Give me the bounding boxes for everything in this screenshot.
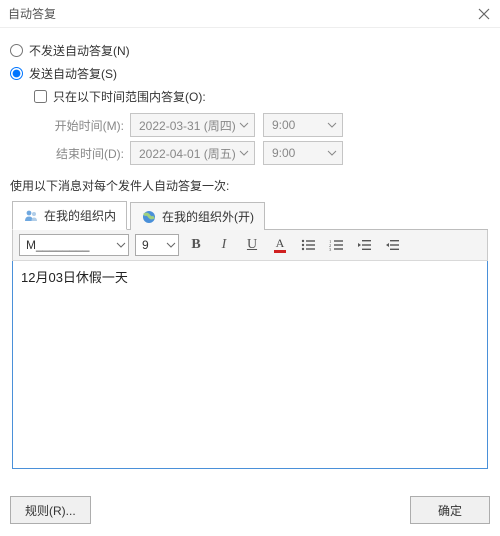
tab-inside-label: 在我的组织内 (44, 207, 116, 224)
end-date-combo[interactable]: 2022-04-01 (周五) (130, 141, 255, 165)
font-size-combo[interactable]: 9 (135, 234, 179, 256)
tab-outside-label: 在我的组织外(开) (162, 208, 254, 225)
tabs: 在我的组织内 在我的组织外(开) (12, 200, 488, 230)
radio-send-autoreply-label: 发送自动答复(S) (29, 65, 117, 82)
start-date-combo[interactable]: 2022-03-31 (周四) (130, 113, 255, 137)
svg-text:2: 2 (329, 243, 331, 248)
end-time-value: 9:00 (272, 146, 295, 160)
font-size-value: 9 (142, 238, 149, 252)
end-time-label: 结束时间(D): (34, 145, 124, 162)
rules-button[interactable]: 规则(R)... (10, 496, 91, 524)
people-icon (23, 208, 39, 224)
bold-button[interactable]: B (185, 234, 207, 256)
bullet-list-icon (301, 239, 315, 251)
outdent-button[interactable] (353, 234, 375, 256)
autoreply-editor[interactable] (13, 261, 487, 468)
close-button[interactable] (476, 6, 492, 22)
chevron-down-icon (238, 119, 250, 131)
editor-toolbar: M________ 9 B I U A 1 2 3 (12, 230, 488, 261)
start-time-label: 开始时间(M): (34, 117, 124, 134)
radio-send-autoreply[interactable]: 发送自动答复(S) (10, 65, 490, 82)
start-time-combo[interactable]: 9:00 (263, 113, 343, 137)
ok-button[interactable]: 确定 (410, 496, 490, 524)
number-list-button[interactable]: 1 2 3 (325, 234, 347, 256)
timerange-checkbox-label: 只在以下时间范围内答复(O): (53, 88, 206, 105)
close-icon (478, 8, 490, 20)
font-color-button[interactable]: A (269, 234, 291, 256)
italic-button[interactable]: I (213, 234, 235, 256)
chevron-down-icon (166, 242, 176, 248)
radio-no-autoreply-input[interactable] (10, 44, 23, 57)
bullet-list-button[interactable] (297, 234, 319, 256)
radio-send-autoreply-input[interactable] (10, 67, 23, 80)
svg-text:1: 1 (329, 239, 331, 244)
globe-icon (141, 209, 157, 225)
window-title: 自动答复 (8, 5, 56, 22)
chevron-down-icon (326, 119, 338, 131)
font-color-a-icon: A (276, 237, 285, 249)
start-date-value: 2022-03-31 (周四) (139, 117, 236, 134)
radio-no-autoreply[interactable]: 不发送自动答复(N) (10, 42, 490, 59)
chevron-down-icon (116, 242, 126, 248)
tab-inside-org[interactable]: 在我的组织内 (12, 201, 127, 230)
timerange-checkbox[interactable] (34, 90, 47, 103)
timerange-checkbox-row[interactable]: 只在以下时间范围内答复(O): (34, 88, 490, 105)
end-time-combo[interactable]: 9:00 (263, 141, 343, 165)
chevron-down-icon (238, 147, 250, 159)
indent-icon (385, 239, 399, 251)
number-list-icon: 1 2 3 (329, 239, 343, 251)
section-label: 使用以下消息对每个发件人自动答复一次: (10, 177, 490, 194)
outdent-icon (357, 239, 371, 251)
font-family-combo[interactable]: M________ (19, 234, 129, 256)
radio-no-autoreply-label: 不发送自动答复(N) (29, 42, 130, 59)
underline-button[interactable]: U (241, 234, 263, 256)
svg-text:3: 3 (329, 247, 332, 251)
start-time-value: 9:00 (272, 118, 295, 132)
font-color-swatch (274, 250, 286, 253)
indent-button[interactable] (381, 234, 403, 256)
end-date-value: 2022-04-01 (周五) (139, 145, 236, 162)
font-family-value: M________ (26, 238, 89, 252)
tab-outside-org[interactable]: 在我的组织外(开) (130, 202, 265, 230)
chevron-down-icon (326, 147, 338, 159)
